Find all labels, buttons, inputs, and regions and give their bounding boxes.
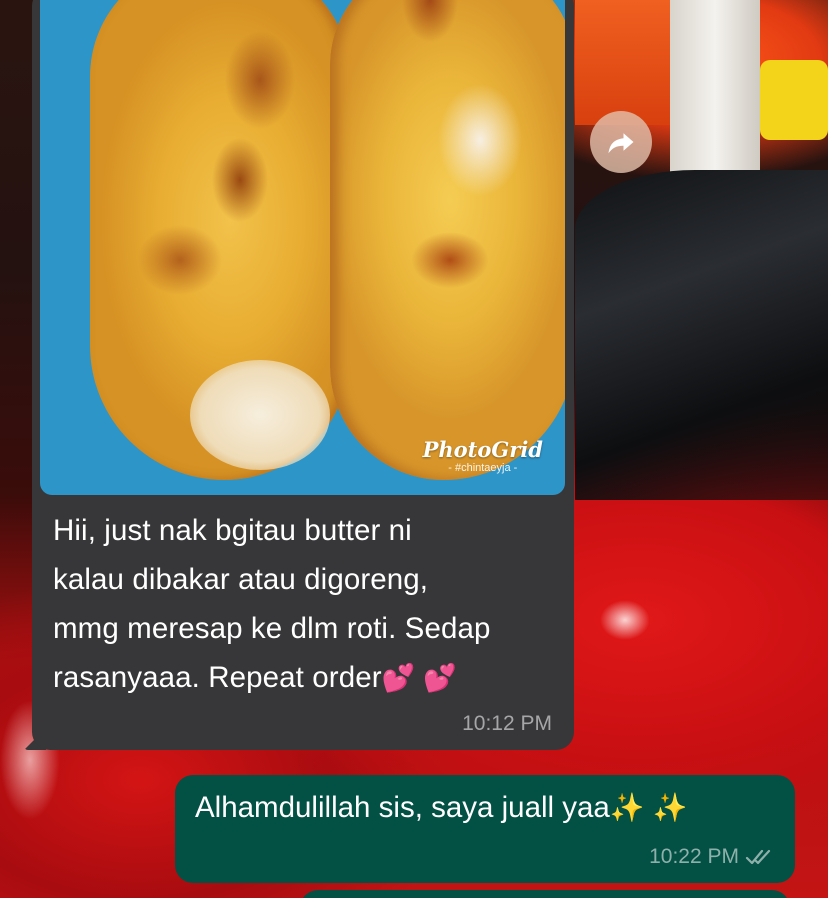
photo-bread-crumb <box>190 360 330 470</box>
incoming-message-time: 10:12 PM <box>462 712 552 735</box>
incoming-message-bubble[interactable]: PhotoGrid - #chintaeyja - Hii, just nak … <box>32 0 574 750</box>
watermark-subtitle: - #chintaeyja - <box>448 462 518 474</box>
outgoing-message-meta: 10:22 PM <box>649 845 775 869</box>
outgoing-message-text: Alhamdulillah sis, saya juall yaa✨ ✨ <box>195 788 687 828</box>
watermark-title: PhotoGrid <box>422 437 543 462</box>
wallpaper-reflection <box>600 600 650 640</box>
forward-icon <box>608 133 634 154</box>
message-line: Hii, just nak bgitau butter ni <box>53 514 412 547</box>
next-outgoing-bubble[interactable] <box>300 890 790 898</box>
hearts-emoji: 💕 💕 <box>381 663 457 693</box>
photo-bread-right <box>330 0 565 480</box>
incoming-message-text: Hii, just nak bgitau butter ni kalau dib… <box>53 506 563 703</box>
outgoing-message-time: 10:22 PM <box>649 845 739 868</box>
photo-watermark: PhotoGrid - #chintaeyja - <box>423 439 543 475</box>
message-photo[interactable]: PhotoGrid - #chintaeyja - <box>40 0 565 495</box>
message-line-text: rasanyaaa. Repeat order <box>53 661 382 694</box>
outgoing-message-body: Alhamdulillah sis, saya juall yaa <box>195 791 610 824</box>
message-line: rasanyaaa. Repeat order💕 💕 <box>53 653 563 703</box>
outgoing-message-bubble[interactable]: Alhamdulillah sis, saya juall yaa✨ ✨ 10:… <box>175 775 795 883</box>
message-line: mmg meresap ke dlm roti. Sedap <box>53 612 491 645</box>
message-line: kalau dibakar atau digoreng, <box>53 563 429 596</box>
sparkles-emoji: ✨ ✨ <box>609 792 688 823</box>
double-check-icon <box>745 849 771 865</box>
wallpaper-yellow-chair <box>760 60 828 140</box>
forward-button[interactable] <box>590 111 652 173</box>
wallpaper-car-window <box>575 170 828 500</box>
